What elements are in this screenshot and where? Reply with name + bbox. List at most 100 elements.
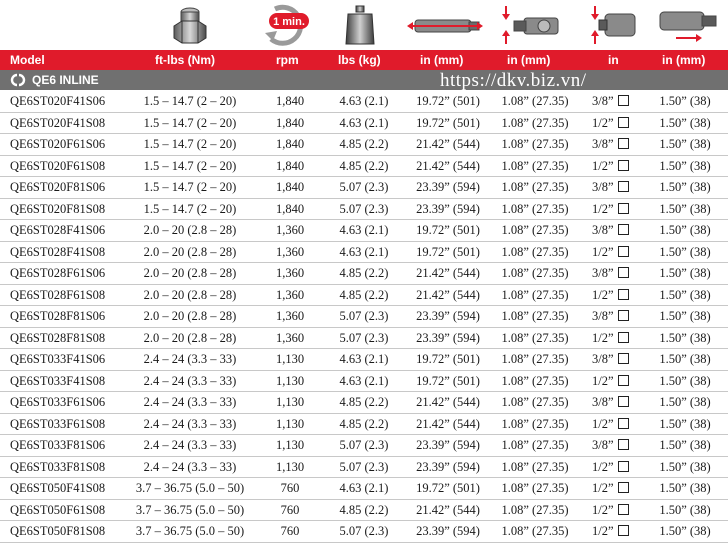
cell-length-text: 23.39” (594) xyxy=(416,180,480,194)
header-length: in (mm) xyxy=(420,53,464,67)
cell-weight-text: 5.07 (2.3) xyxy=(339,459,389,474)
cell-drive-text: 1/2” xyxy=(592,524,614,538)
cell-drive: 3/8” xyxy=(592,223,642,238)
cell-weight: 4.63 (2.1) xyxy=(334,245,394,260)
table-row: QE6ST028F81S06 2.0 – 20 (2.8 – 28) 1,360 5.… xyxy=(0,306,728,328)
table-row: QE6ST020F81S06 1.5 – 14.7 (2 – 20) 1,840 5.… xyxy=(0,177,728,199)
cell-torque-text: 1.5 – 14.7 (2 – 20) xyxy=(143,201,237,216)
cell-diameter-text: 1.50” (38) xyxy=(659,416,711,431)
cell-diameter: 1.50” (38) xyxy=(642,309,728,324)
section-title: QE6 INLINE xyxy=(32,73,99,87)
table-row: QE6ST020F41S08 1.5 – 14.7 (2 – 20) 1,840 4.… xyxy=(0,113,728,134)
cell-length: 23.39” (594) xyxy=(403,438,493,453)
square-drive-symbol-icon xyxy=(617,439,629,450)
cell-rpm: 1,360 xyxy=(260,245,320,260)
cell-model-text: QE6ST020F81S06 xyxy=(10,180,106,194)
cell-offset: 1.08” (27.35) xyxy=(485,223,585,238)
cell-offset: 1.08” (27.35) xyxy=(485,137,585,152)
cell-torque-text: 2.4 – 24 (3.3 – 33) xyxy=(143,459,237,474)
cell-drive: 3/8” xyxy=(592,94,642,109)
cell-torque: 3.7 – 36.75 (5.0 – 50) xyxy=(105,481,275,496)
cell-diameter: 1.50” (38) xyxy=(642,524,728,539)
cell-length-text: 23.39” (594) xyxy=(416,201,480,216)
cell-length: 19.72” (501) xyxy=(403,245,493,260)
cell-offset-text: 1.08” (27.35) xyxy=(501,502,569,517)
cell-weight: 4.85 (2.2) xyxy=(334,503,394,518)
cell-torque: 2.4 – 24 (3.3 – 33) xyxy=(105,438,275,453)
cell-drive: 3/8” xyxy=(592,180,642,195)
cell-model: QE6ST028F81S06 xyxy=(10,309,105,324)
cell-rpm-text: 1,840 xyxy=(275,137,305,151)
square-drive-symbol-icon xyxy=(617,95,629,106)
cell-rpm: 1,130 xyxy=(260,417,320,432)
cell-model-text: QE6ST020F81S08 xyxy=(10,201,106,216)
header-rpm: rpm xyxy=(276,53,299,67)
cell-rpm: 1,840 xyxy=(260,116,320,131)
cell-drive-text: 3/8” xyxy=(592,180,614,194)
cell-length: 21.42” (544) xyxy=(403,417,493,432)
cell-offset: 1.08” (27.35) xyxy=(485,266,585,281)
header-model: Model xyxy=(10,53,45,67)
cell-rpm: 1,840 xyxy=(260,94,320,109)
cell-offset: 1.08” (27.35) xyxy=(485,180,585,195)
cell-offset: 1.08” (27.35) xyxy=(485,417,585,432)
cell-weight: 4.85 (2.2) xyxy=(334,266,394,281)
length-icon xyxy=(400,2,490,48)
cell-diameter: 1.50” (38) xyxy=(642,180,728,195)
cell-length: 21.42” (544) xyxy=(403,395,493,410)
cell-model-text: QE6ST028F41S08 xyxy=(10,244,106,259)
cell-drive-text: 3/8” xyxy=(592,309,614,323)
square-drive-symbol-icon xyxy=(617,460,629,472)
square-drive-symbol-icon xyxy=(617,138,629,149)
table-row: QE6ST033F61S08 2.4 – 24 (3.3 – 33) 1,130 4.… xyxy=(0,414,728,435)
square-drive-symbol-icon xyxy=(617,482,629,493)
cell-model: QE6ST033F41S08 xyxy=(10,374,105,389)
cell-diameter-text: 1.50” (38) xyxy=(659,287,711,302)
table-row: QE6ST033F81S06 2.4 – 24 (3.3 – 33) 1,130 5.… xyxy=(0,435,728,457)
cell-offset: 1.08” (27.35) xyxy=(485,460,585,475)
cell-diameter: 1.50” (38) xyxy=(642,460,728,475)
cell-torque-text: 3.7 – 36.75 (5.0 – 50) xyxy=(135,524,245,538)
cell-rpm-text: 1,840 xyxy=(275,201,305,216)
cell-drive: 3/8” xyxy=(592,266,642,281)
cell-torque-text: 1.5 – 14.7 (2 – 20) xyxy=(143,158,237,173)
cell-torque-text: 1.5 – 14.7 (2 – 20) xyxy=(143,115,237,130)
cell-model: QE6ST050F81S08 xyxy=(10,524,105,539)
cell-offset-text: 1.08” (27.35) xyxy=(501,244,569,259)
cell-diameter: 1.50” (38) xyxy=(642,481,728,496)
cell-rpm-text: 1,840 xyxy=(275,180,305,194)
table-row: QE6ST028F81S08 2.0 – 20 (2.8 – 28) 1,360 5.… xyxy=(0,328,728,349)
cell-offset: 1.08” (27.35) xyxy=(485,395,585,410)
cell-rpm-text: 1,360 xyxy=(275,287,305,302)
cell-offset-text: 1.08” (27.35) xyxy=(501,287,569,302)
cell-diameter: 1.50” (38) xyxy=(642,266,728,281)
cell-length-text: 21.42” (544) xyxy=(416,416,480,431)
cell-diameter-text: 1.50” (38) xyxy=(659,201,711,216)
cell-offset: 1.08” (27.35) xyxy=(485,524,585,539)
cell-torque: 2.0 – 20 (2.8 – 28) xyxy=(105,331,275,346)
cell-torque: 2.0 – 20 (2.8 – 28) xyxy=(105,309,275,324)
cell-drive: 1/2” xyxy=(592,460,642,475)
cell-rpm-text: 760 xyxy=(280,524,300,538)
table-row: QE6ST050F61S08 3.7 – 36.75 (5.0 – 50) 760 4… xyxy=(0,500,728,521)
cell-length-text: 21.42” (544) xyxy=(416,502,480,517)
cell-torque: 1.5 – 14.7 (2 – 20) xyxy=(105,202,275,217)
cell-diameter-text: 1.50” (38) xyxy=(659,115,711,130)
cell-diameter: 1.50” (38) xyxy=(642,223,728,238)
cell-model: QE6ST050F41S08 xyxy=(10,481,105,496)
cell-weight: 5.07 (2.3) xyxy=(334,524,394,539)
cell-drive: 1/2” xyxy=(592,417,642,432)
cell-diameter: 1.50” (38) xyxy=(642,331,728,346)
cell-drive-text: 3/8” xyxy=(592,395,614,409)
cell-weight: 4.63 (2.1) xyxy=(334,223,394,238)
square-drive-symbol-icon xyxy=(617,417,629,429)
cell-torque: 2.0 – 20 (2.8 – 28) xyxy=(105,266,275,281)
cell-diameter-text: 1.50” (38) xyxy=(659,373,711,388)
cell-model: QE6ST033F81S06 xyxy=(10,438,105,453)
cell-diameter: 1.50” (38) xyxy=(642,438,728,453)
cell-offset-text: 1.08” (27.35) xyxy=(501,137,569,151)
cell-weight: 4.63 (2.1) xyxy=(334,352,394,367)
cell-weight: 4.63 (2.1) xyxy=(334,94,394,109)
cell-weight: 4.85 (2.2) xyxy=(334,159,394,174)
cell-offset: 1.08” (27.35) xyxy=(485,116,585,131)
